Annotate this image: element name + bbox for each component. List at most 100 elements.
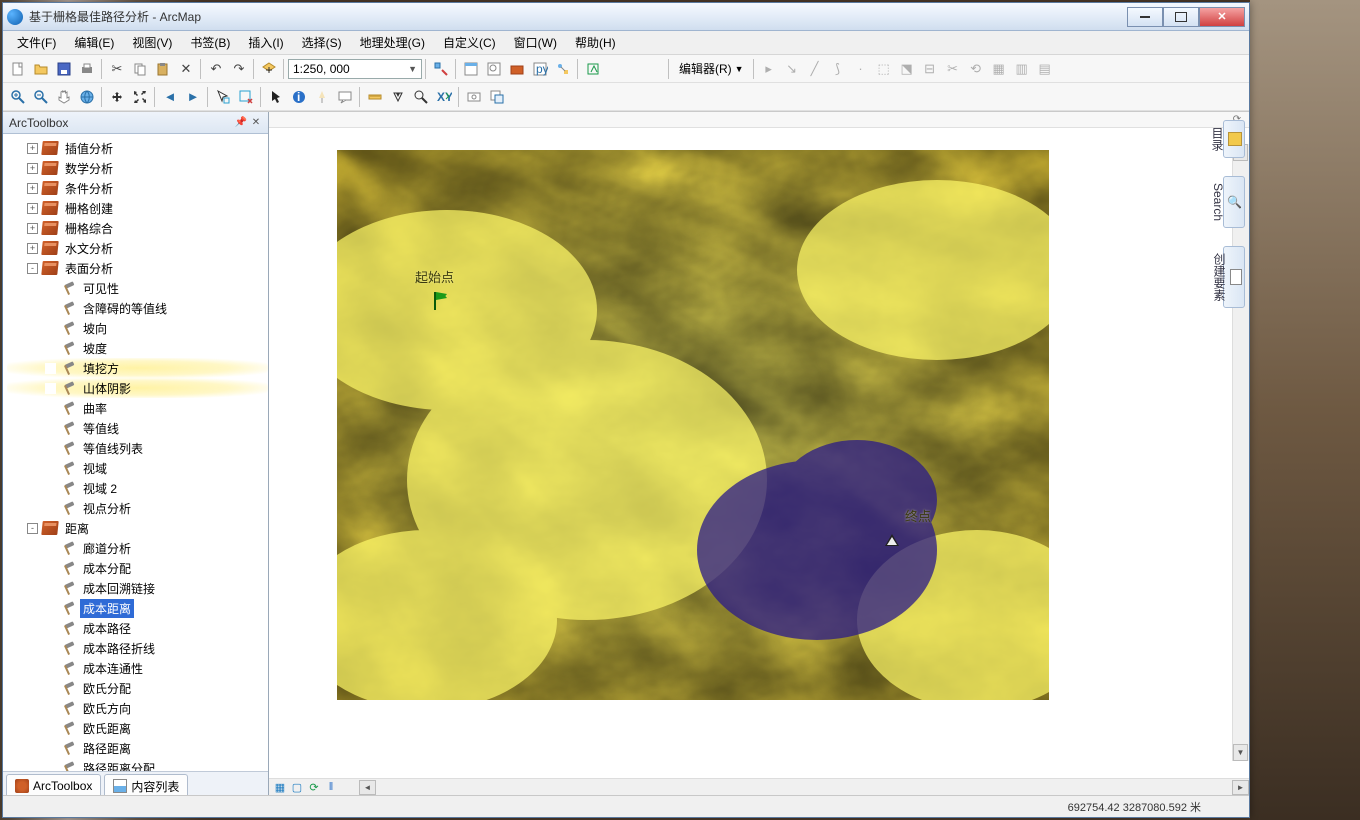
tree-item[interactable]: -距离 — [7, 518, 268, 538]
tree-item[interactable]: +条件分析 — [7, 178, 268, 198]
create-features-tab[interactable]: 创建要素 — [1223, 246, 1245, 308]
tree-item[interactable]: 路径距离 — [7, 738, 268, 758]
next-extent-icon[interactable]: ► — [182, 86, 204, 108]
layout-view-icon[interactable]: ▢ — [290, 780, 304, 794]
tab-toc[interactable]: 内容列表 — [104, 774, 188, 795]
data-view-icon[interactable]: ▦ — [273, 780, 287, 794]
toolbox-tree[interactable]: +插值分析+数学分析+条件分析+栅格创建+栅格综合+水文分析-表面分析可见性含障… — [3, 134, 268, 771]
map-viewport[interactable]: 起始点 终点 ▲▼ — [269, 128, 1249, 778]
menu-item[interactable]: 插入(I) — [240, 32, 291, 53]
redo-icon[interactable]: ↷ — [228, 58, 250, 80]
tree-item[interactable]: 可见性 — [7, 278, 268, 298]
tree-item[interactable]: 廊道分析 — [7, 538, 268, 558]
python-window-icon[interactable]: py — [529, 58, 551, 80]
cut-icon[interactable]: ✂ — [106, 58, 128, 80]
close-button[interactable] — [1199, 7, 1245, 27]
catalog-tab[interactable]: 目录 — [1223, 120, 1245, 158]
copy-icon[interactable] — [129, 58, 151, 80]
tree-item[interactable]: 成本路径折线 — [7, 638, 268, 658]
select-features-icon[interactable] — [212, 86, 234, 108]
identify-icon[interactable]: i — [288, 86, 310, 108]
tree-item[interactable]: +水文分析 — [7, 238, 268, 258]
tab-arctoolbox[interactable]: ArcToolbox — [6, 774, 101, 795]
menu-item[interactable]: 文件(F) — [9, 32, 64, 53]
tree-item[interactable]: 欧氏分配 — [7, 678, 268, 698]
menu-item[interactable]: 书签(B) — [182, 32, 238, 53]
expand-icon[interactable]: + — [27, 143, 38, 154]
tree-item[interactable]: 路径距离分配 — [7, 758, 268, 771]
tree-item[interactable]: +栅格创建 — [7, 198, 268, 218]
editor-toolbar-icon[interactable] — [430, 58, 452, 80]
catalog-window-icon[interactable] — [460, 58, 482, 80]
add-data-icon[interactable] — [258, 58, 280, 80]
delete-icon[interactable]: ✕ — [175, 58, 197, 80]
collapse-icon[interactable]: - — [27, 263, 38, 274]
find-icon[interactable] — [387, 86, 409, 108]
fixed-zoom-out-icon[interactable] — [129, 86, 151, 108]
refresh-view-icon[interactable]: ⟳ — [307, 780, 321, 794]
search-window-icon[interactable] — [483, 58, 505, 80]
menu-item[interactable]: 编辑(E) — [66, 32, 122, 53]
html-popup-icon[interactable] — [334, 86, 356, 108]
zoom-in-icon[interactable] — [7, 86, 29, 108]
tree-item[interactable]: 成本距离 — [7, 598, 268, 618]
tree-item[interactable]: 视域 — [7, 458, 268, 478]
modelbuilder-icon[interactable] — [552, 58, 574, 80]
fixed-zoom-in-icon[interactable] — [106, 86, 128, 108]
collapse-icon[interactable]: - — [27, 523, 38, 534]
tree-item[interactable]: 山体阴影 — [7, 378, 268, 398]
goto-xy-icon[interactable]: XY — [433, 86, 455, 108]
save-icon[interactable] — [53, 58, 75, 80]
tree-item[interactable]: 欧氏方向 — [7, 698, 268, 718]
tree-item[interactable]: 等值线 — [7, 418, 268, 438]
measure-icon[interactable] — [364, 86, 386, 108]
tree-item[interactable]: 欧氏距离 — [7, 718, 268, 738]
tree-item[interactable]: 成本分配 — [7, 558, 268, 578]
scale-combo[interactable]: 1:250, 000▼ — [288, 59, 422, 79]
menu-item[interactable]: 窗口(W) — [506, 32, 565, 53]
prev-extent-icon[interactable]: ◄ — [159, 86, 181, 108]
tree-item[interactable]: 视点分析 — [7, 498, 268, 518]
editor-dropdown[interactable]: 编辑器(R)▼ — [673, 60, 750, 77]
toolbox-window-icon[interactable] — [506, 58, 528, 80]
time-slider-icon[interactable] — [463, 86, 485, 108]
pan-icon[interactable] — [53, 86, 75, 108]
menu-item[interactable]: 地理处理(G) — [352, 32, 433, 53]
menu-item[interactable]: 选择(S) — [294, 32, 350, 53]
h-scroll-track[interactable] — [376, 780, 1232, 795]
find-route-icon[interactable] — [410, 86, 432, 108]
expand-icon[interactable]: + — [27, 183, 38, 194]
undo-icon[interactable]: ↶ — [205, 58, 227, 80]
tree-item[interactable]: 成本连通性 — [7, 658, 268, 678]
new-doc-icon[interactable] — [7, 58, 29, 80]
tree-item[interactable]: +栅格综合 — [7, 218, 268, 238]
tree-item[interactable]: 曲率 — [7, 398, 268, 418]
open-icon[interactable] — [30, 58, 52, 80]
minimize-button[interactable] — [1127, 7, 1163, 27]
tree-item[interactable]: 成本回溯链接 — [7, 578, 268, 598]
tree-item[interactable]: 含障碍的等值线 — [7, 298, 268, 318]
tree-item[interactable]: 填挖方 — [7, 358, 268, 378]
viewer-window-icon[interactable] — [486, 86, 508, 108]
tree-item[interactable]: -表面分析 — [7, 258, 268, 278]
tree-item[interactable]: 坡向 — [7, 318, 268, 338]
print-icon[interactable] — [76, 58, 98, 80]
pointer-icon[interactable] — [265, 86, 287, 108]
close-panel-icon[interactable]: ✕ — [250, 117, 262, 129]
zoom-out-icon[interactable] — [30, 86, 52, 108]
full-extent-icon[interactable] — [76, 86, 98, 108]
tree-item[interactable]: 成本路径 — [7, 618, 268, 638]
menu-item[interactable]: 帮助(H) — [567, 32, 624, 53]
pause-draw-icon[interactable]: ‖ — [324, 780, 338, 794]
paste-icon[interactable] — [152, 58, 174, 80]
scroll-right-button[interactable]: ► — [1232, 780, 1249, 795]
menu-item[interactable]: 自定义(C) — [435, 32, 504, 53]
expand-icon[interactable]: + — [27, 223, 38, 234]
scroll-left-button[interactable]: ◄ — [359, 780, 376, 795]
tree-item[interactable]: +数学分析 — [7, 158, 268, 178]
pin-icon[interactable]: 📌 — [235, 117, 247, 129]
maximize-button[interactable] — [1163, 7, 1199, 27]
tree-item[interactable]: 等值线列表 — [7, 438, 268, 458]
search-tab[interactable]: Search — [1223, 176, 1245, 228]
expand-icon[interactable]: + — [27, 203, 38, 214]
